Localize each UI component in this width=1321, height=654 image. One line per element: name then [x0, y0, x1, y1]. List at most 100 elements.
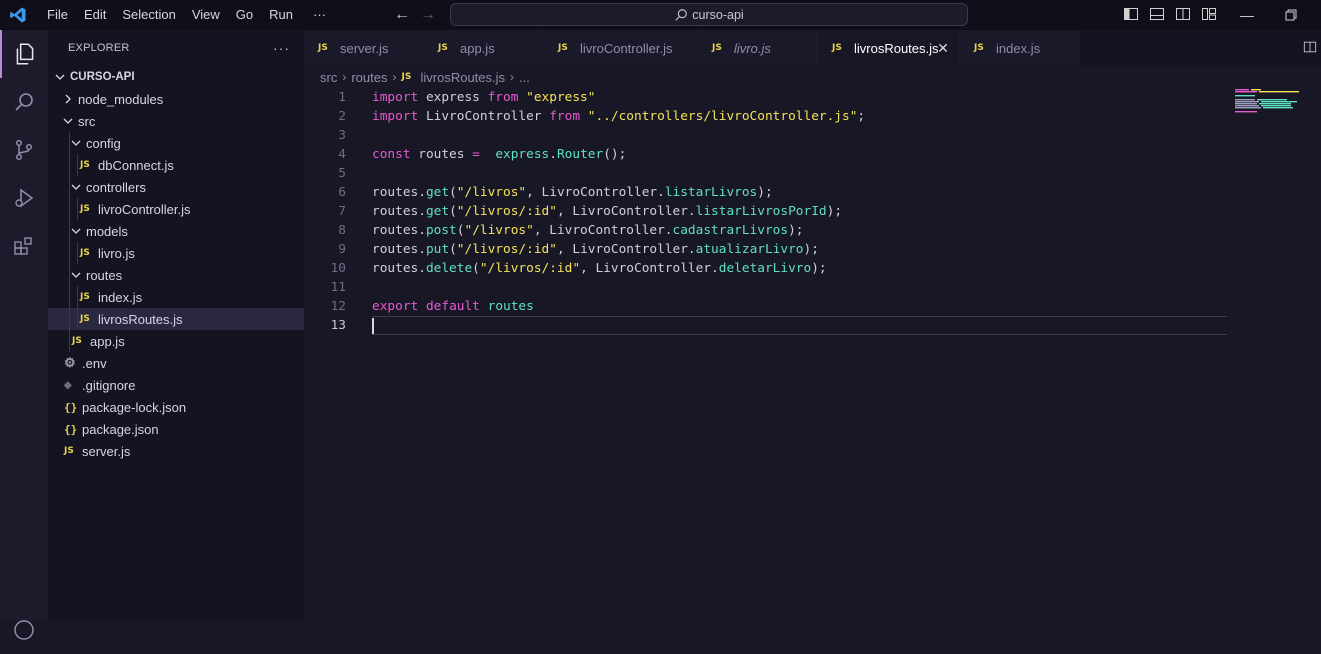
file-row[interactable]: {} package-lock.json: [48, 396, 304, 418]
source-control-icon[interactable]: [0, 126, 48, 174]
menu-item-view[interactable]: View: [184, 0, 228, 30]
indent-guide: [69, 286, 70, 308]
code-token: from: [549, 109, 581, 124]
code-token: listarLivros: [664, 185, 758, 200]
minimize-window-icon[interactable]: —: [1237, 5, 1257, 25]
indent-guide: [77, 308, 78, 330]
file-row[interactable]: {} package.json: [48, 418, 304, 440]
file-row[interactable]: ⚙ .env: [48, 352, 304, 374]
code-token: express: [418, 90, 488, 105]
forward-arrow-icon[interactable]: →: [419, 6, 437, 24]
folder-row[interactable]: models: [48, 220, 304, 242]
accounts-icon[interactable]: [0, 606, 48, 654]
js-file-icon: JS: [72, 336, 82, 346]
file-row[interactable]: JS app.js: [48, 330, 304, 352]
code-token: , LivroController.: [556, 204, 696, 219]
toggle-panel-icon[interactable]: [1149, 6, 1167, 24]
more-actions-icon[interactable]: ···: [273, 40, 290, 56]
code-line: 3: [304, 126, 1321, 145]
menu-item-edit[interactable]: Edit: [76, 0, 114, 30]
code-token: "/livros/:id": [456, 242, 557, 257]
file-row[interactable]: JS livroController.js: [48, 198, 304, 220]
folder-row[interactable]: config: [48, 132, 304, 154]
breadcrumb-item[interactable]: routes: [351, 70, 387, 85]
breadcrumb-item[interactable]: ...: [519, 70, 530, 85]
code-token: "/livros/:id": [479, 261, 581, 276]
file-row[interactable]: ◆ .gitignore: [48, 374, 304, 396]
tab-server-js[interactable]: JS server.js: [304, 30, 424, 66]
menu-item-file[interactable]: File: [39, 0, 76, 30]
code-token: routes.: [372, 204, 426, 219]
line-number: 4: [338, 147, 346, 162]
tree-item-label: server.js: [82, 443, 131, 459]
extensions-icon[interactable]: [0, 222, 48, 270]
js-file-icon: JS: [401, 72, 412, 82]
code-token: , LivroController.: [556, 242, 696, 257]
toggle-primary-sidebar-icon[interactable]: [1123, 6, 1141, 24]
indent-guide: [69, 132, 70, 154]
file-row[interactable]: JS livrosRoutes.js: [48, 308, 304, 330]
tab-livro-js[interactable]: JS livro.js: [698, 30, 818, 66]
line-number: 5: [338, 166, 346, 181]
js-file-icon: JS: [974, 43, 984, 53]
tree-item-label: dbConnect.js: [98, 157, 174, 173]
tab-livrosroutes-js[interactable]: JS livrosRoutes.js ✕: [818, 30, 960, 66]
code-token: LivroController: [418, 109, 550, 124]
minimap[interactable]: [1235, 88, 1305, 118]
workspace-root[interactable]: CURSO-API: [48, 66, 304, 88]
folder-row[interactable]: routes: [48, 264, 304, 286]
file-row[interactable]: JS server.js: [48, 440, 304, 462]
line-number: 10: [330, 261, 346, 276]
code-token: "/livros": [456, 185, 527, 200]
back-arrow-icon[interactable]: ←: [393, 6, 411, 24]
explorer-icon[interactable]: [0, 30, 48, 78]
customize-layout-icon[interactable]: [1201, 6, 1219, 24]
js-file-icon: JS: [80, 292, 90, 302]
breadcrumb-separator-icon: ›: [342, 70, 347, 84]
breadcrumb-separator-icon: ›: [392, 70, 397, 84]
line-number: 6: [338, 185, 346, 200]
file-row[interactable]: JS index.js: [48, 286, 304, 308]
tab-livrocontroller-js[interactable]: JS livroController.js: [544, 30, 698, 66]
menu-item-more[interactable]: ···: [305, 0, 334, 30]
indent-guide: [69, 220, 70, 242]
code-token: import: [372, 109, 419, 124]
tab-app-js[interactable]: JS app.js: [424, 30, 544, 66]
menu-item-run[interactable]: Run: [261, 0, 301, 30]
code-token: express: [495, 147, 550, 162]
git-diamond-icon: ◆: [64, 379, 72, 391]
json-file-icon: {}: [64, 400, 78, 414]
run-debug-icon[interactable]: [0, 174, 48, 222]
split-editor-icon[interactable]: [1303, 40, 1319, 56]
code-line: 13: [304, 316, 1321, 335]
toggle-secondary-sidebar-icon[interactable]: [1175, 6, 1193, 24]
code-token: );: [757, 185, 773, 200]
line-number: 2: [338, 109, 346, 124]
menu-item-go[interactable]: Go: [228, 0, 261, 30]
tab-index-js[interactable]: JS index.js: [960, 30, 1080, 66]
folder-row[interactable]: src: [48, 110, 304, 132]
chevron-down-icon: [68, 179, 84, 195]
line-number: 13: [330, 318, 346, 333]
code-editor[interactable]: 1 import express from "express" 2 import Li…: [304, 88, 1321, 621]
breadcrumb-item[interactable]: src: [320, 70, 337, 85]
folder-row[interactable]: controllers: [48, 176, 304, 198]
breadcrumb-item[interactable]: livrosRoutes.js: [420, 70, 505, 85]
menu-item-selection[interactable]: Selection: [114, 0, 183, 30]
code-line: 12 export default routes: [304, 297, 1321, 316]
search-icon[interactable]: [0, 78, 48, 126]
explorer-sidebar: EXPLORER ··· CURSO-API node_modules src co…: [48, 30, 304, 621]
code-token: (: [472, 261, 480, 276]
js-file-icon: JS: [832, 43, 842, 53]
file-row[interactable]: JS dbConnect.js: [48, 154, 304, 176]
folder-row[interactable]: node_modules: [48, 88, 304, 110]
command-center-search[interactable]: curso-api: [450, 3, 968, 26]
code-token: Router: [556, 147, 604, 162]
file-row[interactable]: JS livro.js: [48, 242, 304, 264]
tree-item-label: index.js: [98, 289, 143, 305]
restore-window-icon[interactable]: [1281, 5, 1301, 25]
tree-item-label: package.json: [82, 421, 159, 437]
close-icon[interactable]: ✕: [935, 40, 951, 56]
code-line: 5: [304, 164, 1321, 183]
